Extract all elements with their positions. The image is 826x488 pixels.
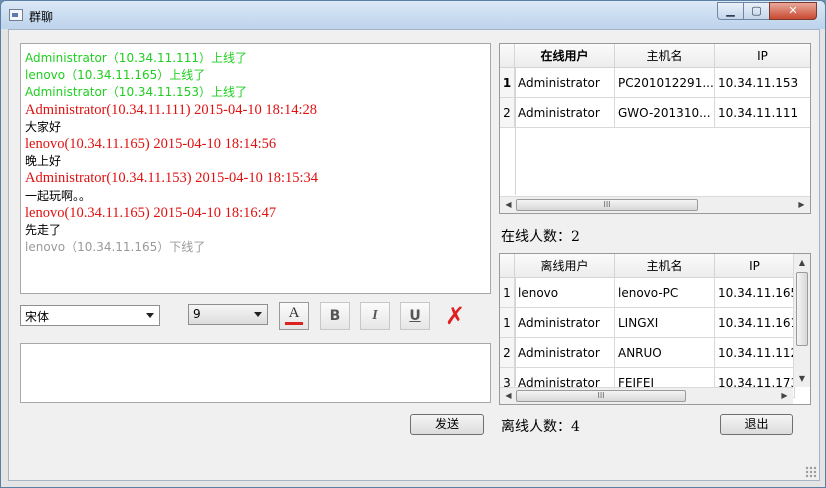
offline-count: 离线人数：4 [501,419,580,435]
chat-line: Administrator（10.34.11.153）上线了 [25,84,490,101]
table-header: 离线用户 主机名 IP [500,254,795,278]
offline-users-table[interactable]: 离线用户 主机名 IP 1 lenovo lenovo-PC 10.34.11.… [499,253,811,405]
user-cell: Administrator [515,68,615,97]
underline-button[interactable]: U [400,302,430,330]
chat-line: lenovo（10.34.11.165）下线了 [25,239,490,256]
table-row[interactable]: 1 Administrator PC201012291... 10.34.11.… [500,68,810,98]
vertical-scrollbar[interactable]: ▲ ▼ [793,254,810,387]
client-area: Administrator（10.34.11.111）上线了 lenovo（10… [8,29,820,481]
row-header-corner [500,254,515,277]
row-header-corner [500,44,515,67]
chat-message-header: Administrator(10.34.11.153) 2015-04-10 1… [25,170,319,187]
scroll-left-icon[interactable]: ◀ [500,197,517,213]
ip-cell: 10.34.11.111 [715,98,810,127]
italic-button[interactable]: I [360,302,390,330]
row-number: 1 [500,68,515,97]
scroll-right-icon[interactable]: ▶ [776,388,793,404]
ip-cell: 10.34.11.161 [715,308,795,337]
ip-cell: 10.34.11.165 [715,278,795,307]
host-cell: lenovo-PC [615,278,715,307]
text-color-button[interactable]: A [279,302,309,330]
chat-message-header: lenovo(10.34.11.165) 2015-04-10 18:16:47 [25,204,277,221]
table-row[interactable]: 1 Administrator LINGXI 10.34.11.161 [500,308,795,338]
user-cell: Administrator [515,338,615,367]
horizontal-scrollbar[interactable]: ◀ III ▶ [500,387,793,404]
font-color-icon: A [288,305,300,321]
chat-window: 群聊 ▁ ▢ ✕ Administrator（10.34.11.111）上线了 … [0,0,826,488]
row-number: 1 [500,278,515,307]
app-window-icon [9,9,23,21]
column-header[interactable]: 主机名 [615,44,715,67]
ip-cell: 10.34.11.153 [715,68,810,97]
resize-grip-icon[interactable] [805,466,817,478]
host-cell: LINGXI [615,308,715,337]
column-header[interactable]: 离线用户 [515,254,615,277]
send-button[interactable]: 发送 [410,414,484,435]
row-number: 2 [500,98,515,127]
host-cell: ANRUO [615,338,715,367]
chat-message-body: 一起玩啊。。 [25,188,92,203]
user-cell: Administrator [515,98,615,127]
horizontal-scrollbar[interactable]: ◀ III ▶ [500,196,810,213]
chat-message-header: lenovo(10.34.11.165) 2015-04-10 18:14:56 [25,136,277,153]
scrollbar-thumb[interactable]: III [516,390,686,402]
chevron-down-icon [254,312,262,317]
chat-line: Administrator（10.34.11.111）上线了 [25,50,490,67]
bold-button[interactable]: B [320,302,350,330]
chat-system-offline: lenovo（10.34.11.165）下线了 [25,240,206,255]
font-family-value: 宋体 [25,310,50,324]
column-header[interactable]: 在线用户 [515,44,615,67]
online-users-table[interactable]: 在线用户 主机名 IP 1 Administrator PC201012291.… [499,43,811,214]
title-bar[interactable]: 群聊 ▁ ▢ ✕ [1,1,825,29]
minimize-button[interactable]: ▁ [717,2,744,20]
ip-cell: 10.34.11.112 [715,338,795,367]
online-count: 在线人数：2 [501,229,580,245]
table-row[interactable]: 2 Administrator GWO-201310... 10.34.11.1… [500,98,810,128]
chat-message-body: 晚上好 [25,154,62,169]
scroll-down-icon[interactable]: ▼ [794,370,810,387]
clear-icon[interactable]: ✗ [440,302,470,330]
quit-button[interactable]: 退出 [720,414,793,435]
table-row[interactable]: 1 lenovo lenovo-PC 10.34.11.165 [500,278,795,308]
maximize-button[interactable]: ▢ [743,2,770,20]
chat-system-online: lenovo（10.34.11.165）上线了 [25,68,206,83]
chevron-down-icon [146,313,154,318]
font-size-select[interactable]: 9 [188,304,268,325]
row-number: 2 [500,338,515,367]
chat-history[interactable]: Administrator（10.34.11.111）上线了 lenovo（10… [20,43,491,294]
window-title: 群聊 [29,10,54,24]
scrollbar-thumb[interactable]: III [516,199,698,211]
host-cell: PC201012291... [615,68,715,97]
row-header-divider [515,278,516,386]
column-header[interactable]: 主机名 [615,254,715,277]
table-row[interactable]: 2 Administrator ANRUO 10.34.11.112 [500,338,795,368]
column-header[interactable]: IP [715,44,810,67]
row-header-divider [515,68,516,195]
table-header: 在线用户 主机名 IP [500,44,810,68]
user-cell: Administrator [515,308,615,337]
color-swatch [285,322,303,325]
user-cell: lenovo [515,278,615,307]
chat-line: lenovo（10.34.11.165）上线了 [25,67,490,84]
chat-system-online: Administrator（10.34.11.153）上线了 [25,85,247,100]
row-number: 1 [500,308,515,337]
chat-system-online: Administrator（10.34.11.111）上线了 [25,51,247,65]
scroll-left-icon[interactable]: ◀ [500,388,517,404]
chat-message-body: 先走了 [25,223,62,238]
close-button[interactable]: ✕ [769,2,817,20]
scroll-up-icon[interactable]: ▲ [794,254,810,271]
font-size-value: 9 [193,307,201,321]
message-input[interactable] [20,343,491,403]
scroll-right-icon[interactable]: ▶ [793,197,810,213]
font-family-select[interactable]: 宋体 [20,305,160,326]
chat-message-header: Administrator(10.34.11.111) 2015-04-10 1… [25,101,317,118]
column-header[interactable]: IP [715,254,795,277]
scrollbar-thumb[interactable] [796,272,808,346]
chat-message-body: 大家好 [25,119,62,134]
host-cell: GWO-201310... [615,98,715,127]
